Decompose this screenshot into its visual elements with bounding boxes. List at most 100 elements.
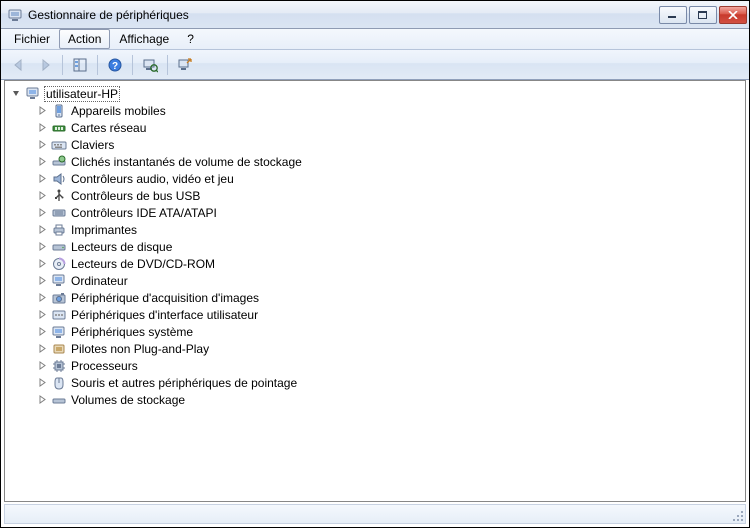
tree-item[interactable]: Souris et autres périphériques de pointa…: [7, 374, 743, 391]
resize-grip[interactable]: [731, 509, 743, 521]
expand-icon[interactable]: [37, 105, 48, 116]
snapshot-icon: [51, 154, 67, 170]
tree-item[interactable]: Contrôleurs audio, vidéo et jeu: [7, 170, 743, 187]
tree-item[interactable]: Périphérique d'acquisition d'images: [7, 289, 743, 306]
tree-item-label: Contrôleurs de bus USB: [70, 189, 201, 203]
tree-item[interactable]: Lecteurs de DVD/CD-ROM: [7, 255, 743, 272]
expand-icon[interactable]: [37, 241, 48, 252]
expand-icon[interactable]: [37, 122, 48, 133]
tree-item-label: Contrôleurs audio, vidéo et jeu: [70, 172, 235, 186]
tree-root[interactable]: utilisateur-HP: [7, 85, 743, 102]
expand-icon[interactable]: [37, 207, 48, 218]
network-icon: [51, 120, 67, 136]
mobile-icon: [51, 103, 67, 119]
ide-icon: [51, 205, 67, 221]
scan-hardware-button[interactable]: [138, 53, 162, 77]
app-icon: [7, 7, 23, 23]
tree-root-label: utilisateur-HP: [44, 86, 120, 102]
volume-icon: [51, 392, 67, 408]
close-button[interactable]: [719, 6, 747, 24]
expand-icon[interactable]: [37, 343, 48, 354]
tree-item[interactable]: Claviers: [7, 136, 743, 153]
tree-item[interactable]: Périphériques système: [7, 323, 743, 340]
tree-item-label: Souris et autres périphériques de pointa…: [70, 376, 298, 390]
expand-icon[interactable]: [37, 309, 48, 320]
forward-button: [33, 53, 57, 77]
tree-item-label: Claviers: [70, 138, 115, 152]
expand-icon[interactable]: [37, 275, 48, 286]
expand-icon[interactable]: [37, 190, 48, 201]
tree-item-label: Lecteurs de DVD/CD-ROM: [70, 257, 216, 271]
help-button[interactable]: ?: [103, 53, 127, 77]
printer-icon: [51, 222, 67, 238]
expand-icon[interactable]: [37, 156, 48, 167]
window-title: Gestionnaire de périphériques: [28, 8, 659, 22]
audio-icon: [51, 171, 67, 187]
window-controls: [659, 6, 747, 24]
toolbar-separator: [167, 55, 168, 75]
titlebar: Gestionnaire de périphériques: [1, 1, 749, 29]
menu-help[interactable]: ?: [178, 29, 203, 49]
tree-item-label: Lecteurs de disque: [70, 240, 173, 254]
tree-item[interactable]: Processeurs: [7, 357, 743, 374]
expand-icon[interactable]: [37, 292, 48, 303]
maximize-button[interactable]: [689, 6, 717, 24]
expand-icon[interactable]: [37, 326, 48, 337]
tree-item[interactable]: Lecteurs de disque: [7, 238, 743, 255]
svg-text:?: ?: [112, 61, 118, 72]
tree-item-label: Pilotes non Plug-and-Play: [70, 342, 210, 356]
device-tree: utilisateur-HP Appareils mobiles Cartes r…: [5, 81, 745, 412]
menu-action[interactable]: Action: [59, 29, 110, 49]
tree-item-label: Contrôleurs IDE ATA/ATAPI: [70, 206, 218, 220]
expand-icon[interactable]: [37, 377, 48, 388]
expand-icon[interactable]: [37, 224, 48, 235]
device-tree-pane[interactable]: utilisateur-HP Appareils mobiles Cartes r…: [4, 80, 746, 502]
toolbar-separator: [97, 55, 98, 75]
system-icon: [51, 324, 67, 340]
collapse-icon[interactable]: [11, 88, 22, 99]
tree-item-label: Périphériques système: [70, 325, 194, 339]
toolbar: ?: [1, 50, 749, 80]
tree-item[interactable]: Ordinateur: [7, 272, 743, 289]
computer-icon: [51, 273, 67, 289]
keyboard-icon: [51, 137, 67, 153]
tree-item-label: Cartes réseau: [70, 121, 147, 135]
tree-item[interactable]: Contrôleurs IDE ATA/ATAPI: [7, 204, 743, 221]
expand-icon[interactable]: [37, 394, 48, 405]
menu-file[interactable]: Fichier: [5, 29, 59, 49]
tree-item-label: Appareils mobiles: [70, 104, 167, 118]
menubar: Fichier Action Affichage ?: [1, 29, 749, 50]
tree-item-label: Périphérique d'acquisition d'images: [70, 291, 260, 305]
toolbar-separator: [132, 55, 133, 75]
mouse-icon: [51, 375, 67, 391]
back-button: [7, 53, 31, 77]
tree-item[interactable]: Périphériques d'interface utilisateur: [7, 306, 743, 323]
tree-item-label: Imprimantes: [70, 223, 138, 237]
show-hide-tree-button[interactable]: [68, 53, 92, 77]
expand-icon[interactable]: [37, 258, 48, 269]
disk-icon: [51, 239, 67, 255]
toolbar-separator: [62, 55, 63, 75]
expand-icon[interactable]: [37, 360, 48, 371]
tree-item[interactable]: Contrôleurs de bus USB: [7, 187, 743, 204]
usb-icon: [51, 188, 67, 204]
tree-item-label: Ordinateur: [70, 274, 129, 288]
tree-item-label: Processeurs: [70, 359, 139, 373]
camera-icon: [51, 290, 67, 306]
tree-item[interactable]: Clichés instantanés de volume de stockag…: [7, 153, 743, 170]
expand-icon[interactable]: [37, 139, 48, 150]
tree-item[interactable]: Imprimantes: [7, 221, 743, 238]
minimize-button[interactable]: [659, 6, 687, 24]
statusbar: [4, 504, 746, 524]
cpu-icon: [51, 358, 67, 374]
tree-item[interactable]: Appareils mobiles: [7, 102, 743, 119]
hid-icon: [51, 307, 67, 323]
tree-item[interactable]: Pilotes non Plug-and-Play: [7, 340, 743, 357]
tree-item-label: Clichés instantanés de volume de stockag…: [70, 155, 303, 169]
tree-item[interactable]: Volumes de stockage: [7, 391, 743, 408]
computer-icon: [25, 86, 41, 102]
expand-icon[interactable]: [37, 173, 48, 184]
tree-item[interactable]: Cartes réseau: [7, 119, 743, 136]
menu-view[interactable]: Affichage: [110, 29, 178, 49]
enable-device-button[interactable]: [173, 53, 197, 77]
